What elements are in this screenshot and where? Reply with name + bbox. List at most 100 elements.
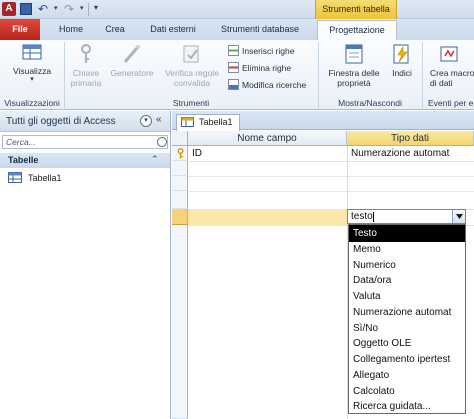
property-sheet-icon (345, 44, 363, 64)
column-header-tipo-dati[interactable]: Tipo dati (347, 131, 474, 146)
lookup-icon (228, 79, 239, 90)
select-all-corner[interactable] (172, 131, 188, 146)
verifica-regole-button[interactable]: Verifica regole convalida (158, 42, 226, 88)
option-ricerca-guidata[interactable]: Ricerca guidata... (349, 398, 465, 413)
ribbon-tabs: File Home Crea Dati esterni Strumenti da… (0, 19, 474, 40)
access-logo-icon: A (2, 2, 16, 16)
crea-macro-button[interactable]: Crea macro di dati (424, 42, 474, 88)
key-icon (81, 44, 91, 63)
quick-access-toolbar: A ↶ ▾ ↷ ▾ ▾ (0, 0, 474, 19)
inserisci-righe-label: Inserisci righe (242, 46, 295, 56)
navigation-pane: Tutti gli oggetti di Access ▾ « Cerca...… (0, 111, 171, 419)
row-selector[interactable] (172, 176, 188, 191)
modifica-ricerche-label: Modifica ricerche (242, 80, 307, 90)
grid-line (188, 176, 474, 177)
nav-title: Tutti gli oggetti di Access (6, 116, 116, 127)
collapse-group-icon[interactable]: ⌃ (151, 154, 159, 165)
option-memo[interactable]: Memo (349, 241, 465, 258)
verifica-regole-label: Verifica regole convalida (165, 68, 219, 88)
option-collegamento-ipertestuale[interactable]: Collegamento ipertest (349, 351, 465, 368)
field-name-cell[interactable]: ID (192, 147, 202, 161)
finestra-proprieta-label: Finestra delle proprietà (328, 68, 380, 88)
tab-progettazione[interactable]: Progettazione (317, 20, 397, 40)
table-icon (8, 172, 22, 183)
builder-wand-icon (123, 45, 140, 63)
nav-search-input[interactable]: Cerca... (2, 135, 168, 149)
nav-item-tabella1[interactable]: Tabella1 (8, 171, 62, 185)
option-numerazione-automatica[interactable]: Numerazione automat (349, 304, 465, 321)
data-type-cell[interactable]: Numerazione automat (351, 147, 449, 161)
chiave-primaria-label: Chiave primaria (70, 68, 102, 88)
group-visualizzazioni: Visualizzazioni (4, 98, 60, 108)
inserisci-righe-button[interactable]: Inserisci righe (228, 44, 294, 58)
combo-dropdown-button[interactable] (452, 210, 465, 223)
search-icon[interactable] (157, 137, 167, 147)
group-strumenti: Strumenti (172, 98, 210, 108)
visualizza-dropdown-icon: ▾ (30, 76, 34, 83)
option-testo[interactable]: Testo (349, 225, 465, 242)
document-tab-label: Tabella1 (199, 117, 233, 127)
combo-value: testo (351, 211, 373, 222)
insert-rows-icon (228, 45, 239, 56)
visualizza-label: Visualizza (12, 66, 52, 76)
row-selector[interactable] (172, 225, 188, 419)
document-tab-tabella1[interactable]: Tabella1 (176, 114, 240, 131)
group-mostra-nascondi: Mostra/Nascondi (338, 98, 402, 108)
redo-icon[interactable]: ↷ (64, 2, 74, 16)
tab-home[interactable]: Home (50, 19, 92, 40)
nav-group-label: Tabelle (8, 155, 39, 165)
column-header-nome-campo[interactable]: Nome campo (188, 131, 347, 146)
qat-separator (88, 3, 89, 16)
crea-macro-label: Crea macro di dati (430, 68, 474, 88)
group-separator (422, 42, 423, 108)
elimina-righe-button[interactable]: Elimina righe (228, 61, 291, 75)
option-data-ora[interactable]: Data/ora (349, 272, 465, 289)
elimina-righe-label: Elimina righe (242, 63, 292, 73)
undo-dropdown-icon[interactable]: ▾ (54, 4, 58, 12)
save-icon[interactable] (20, 3, 32, 15)
row-selector[interactable] (172, 191, 188, 209)
current-row-selector[interactable] (172, 209, 188, 225)
nav-menu-dropdown-icon[interactable]: ▾ (140, 115, 152, 127)
grid-line (188, 191, 474, 192)
indici-label: Indici (392, 68, 412, 78)
generatore-button[interactable]: Generatore (106, 42, 158, 78)
context-tab-label: Strumenti tabella (322, 4, 390, 14)
primary-key-icon (177, 148, 184, 159)
tab-strumenti-database[interactable]: Strumenti database (212, 19, 308, 40)
tab-crea[interactable]: Crea (96, 19, 134, 40)
generatore-label: Generatore (110, 68, 154, 78)
data-macro-icon (440, 46, 458, 62)
chevron-down-icon (456, 214, 463, 219)
data-type-combo[interactable]: testo (347, 209, 466, 224)
group-eventi: Eventi per e (428, 98, 474, 108)
visualizza-button[interactable]: Visualizza ▾ (6, 40, 58, 84)
ribbon: Visualizza ▾ Visualizzazioni Chiave prim… (0, 40, 474, 110)
option-valuta[interactable]: Valuta (349, 288, 465, 305)
delete-rows-icon (228, 62, 239, 73)
row-selector[interactable] (172, 161, 188, 176)
option-allegato[interactable]: Allegato (349, 367, 465, 384)
context-tab-header: Strumenti tabella (315, 0, 397, 19)
data-type-dropdown-list: Testo Memo Numerico Data/ora Valuta Nume… (348, 224, 466, 414)
redo-dropdown-icon[interactable]: ▾ (80, 4, 84, 12)
grid-line (188, 161, 474, 162)
finestra-proprieta-button[interactable]: Finestra delle proprietà (322, 42, 386, 88)
option-oggetto-ole[interactable]: Oggetto OLE (349, 335, 465, 352)
modifica-ricerche-button[interactable]: Modifica ricerche (228, 78, 306, 92)
shutter-bar-close-icon[interactable]: « (156, 114, 162, 125)
tab-dati-esterni[interactable]: Dati esterni (140, 19, 206, 40)
indici-button[interactable]: Indici (386, 42, 418, 78)
chiave-primaria-button[interactable]: Chiave primaria (66, 42, 106, 88)
tab-file[interactable]: File (0, 19, 40, 40)
lightning-index-icon (393, 44, 409, 64)
text-caret (373, 212, 374, 222)
table-design-icon (181, 117, 194, 127)
nav-group-tabelle[interactable]: Tabelle (0, 153, 170, 168)
current-row-highlight (188, 209, 347, 225)
customize-qat-icon[interactable]: ▾ (94, 3, 98, 12)
table-view-icon (22, 44, 42, 60)
validation-rules-icon (183, 45, 199, 63)
undo-icon[interactable]: ↶ (38, 2, 48, 16)
nav-item-label: Tabella1 (28, 173, 62, 183)
